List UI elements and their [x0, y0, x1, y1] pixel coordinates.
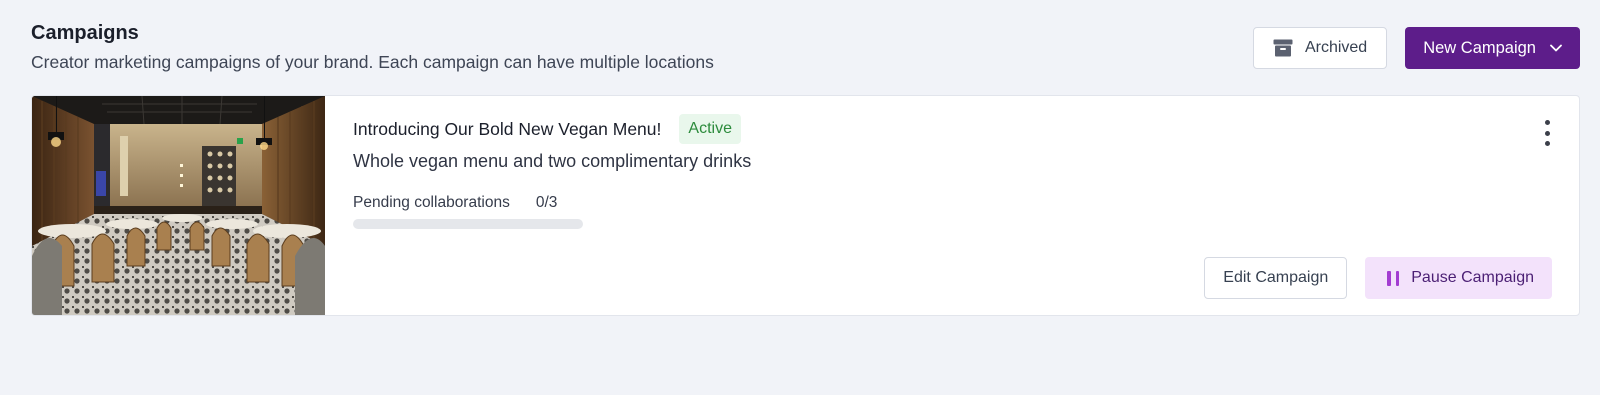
progress-bar	[353, 219, 583, 229]
page-header: Campaigns Creator marketing campaigns of…	[31, 20, 714, 73]
archive-box-icon	[1273, 39, 1293, 57]
campaign-details: Introducing Our Bold New Vegan Menu! Act…	[353, 114, 751, 229]
page-subtitle: Creator marketing campaigns of your bran…	[31, 52, 714, 72]
chevron-down-icon	[1550, 44, 1562, 52]
campaign-card[interactable]: Introducing Our Bold New Vegan Menu! Act…	[31, 95, 1580, 316]
campaign-image	[32, 96, 325, 315]
archived-label: Archived	[1304, 39, 1368, 56]
progress-value: 0/3	[535, 194, 558, 211]
progress-label: Pending collaborations	[353, 194, 510, 211]
status-badge: Active	[679, 114, 741, 144]
page-title: Campaigns	[31, 22, 139, 44]
campaign-title: Introducing Our Bold New Vegan Menu!	[353, 118, 662, 139]
campaign-description: Whole vegan menu and two complimentary d…	[353, 151, 752, 171]
new-campaign-label: New Campaign	[1423, 38, 1536, 57]
pause-campaign-label: Pause Campaign	[1411, 269, 1534, 286]
pause-icon	[1387, 270, 1400, 286]
edit-campaign-button[interactable]: Edit Campaign	[1204, 257, 1348, 299]
more-vertical-icon[interactable]	[1539, 120, 1555, 146]
new-campaign-button[interactable]: New Campaign	[1405, 27, 1580, 69]
pending-collaborations: Pending collaborations 0/3	[353, 194, 751, 212]
archived-button[interactable]: Archived	[1252, 27, 1388, 69]
pause-campaign-button[interactable]: Pause Campaign	[1365, 257, 1552, 299]
campaign-actions: Edit Campaign Pause Campaign	[1204, 257, 1552, 299]
header-actions: Archived New Campaign	[1252, 27, 1580, 69]
campaign-title-row: Introducing Our Bold New Vegan Menu! Act…	[353, 114, 751, 144]
edit-campaign-label: Edit Campaign	[1223, 269, 1329, 286]
